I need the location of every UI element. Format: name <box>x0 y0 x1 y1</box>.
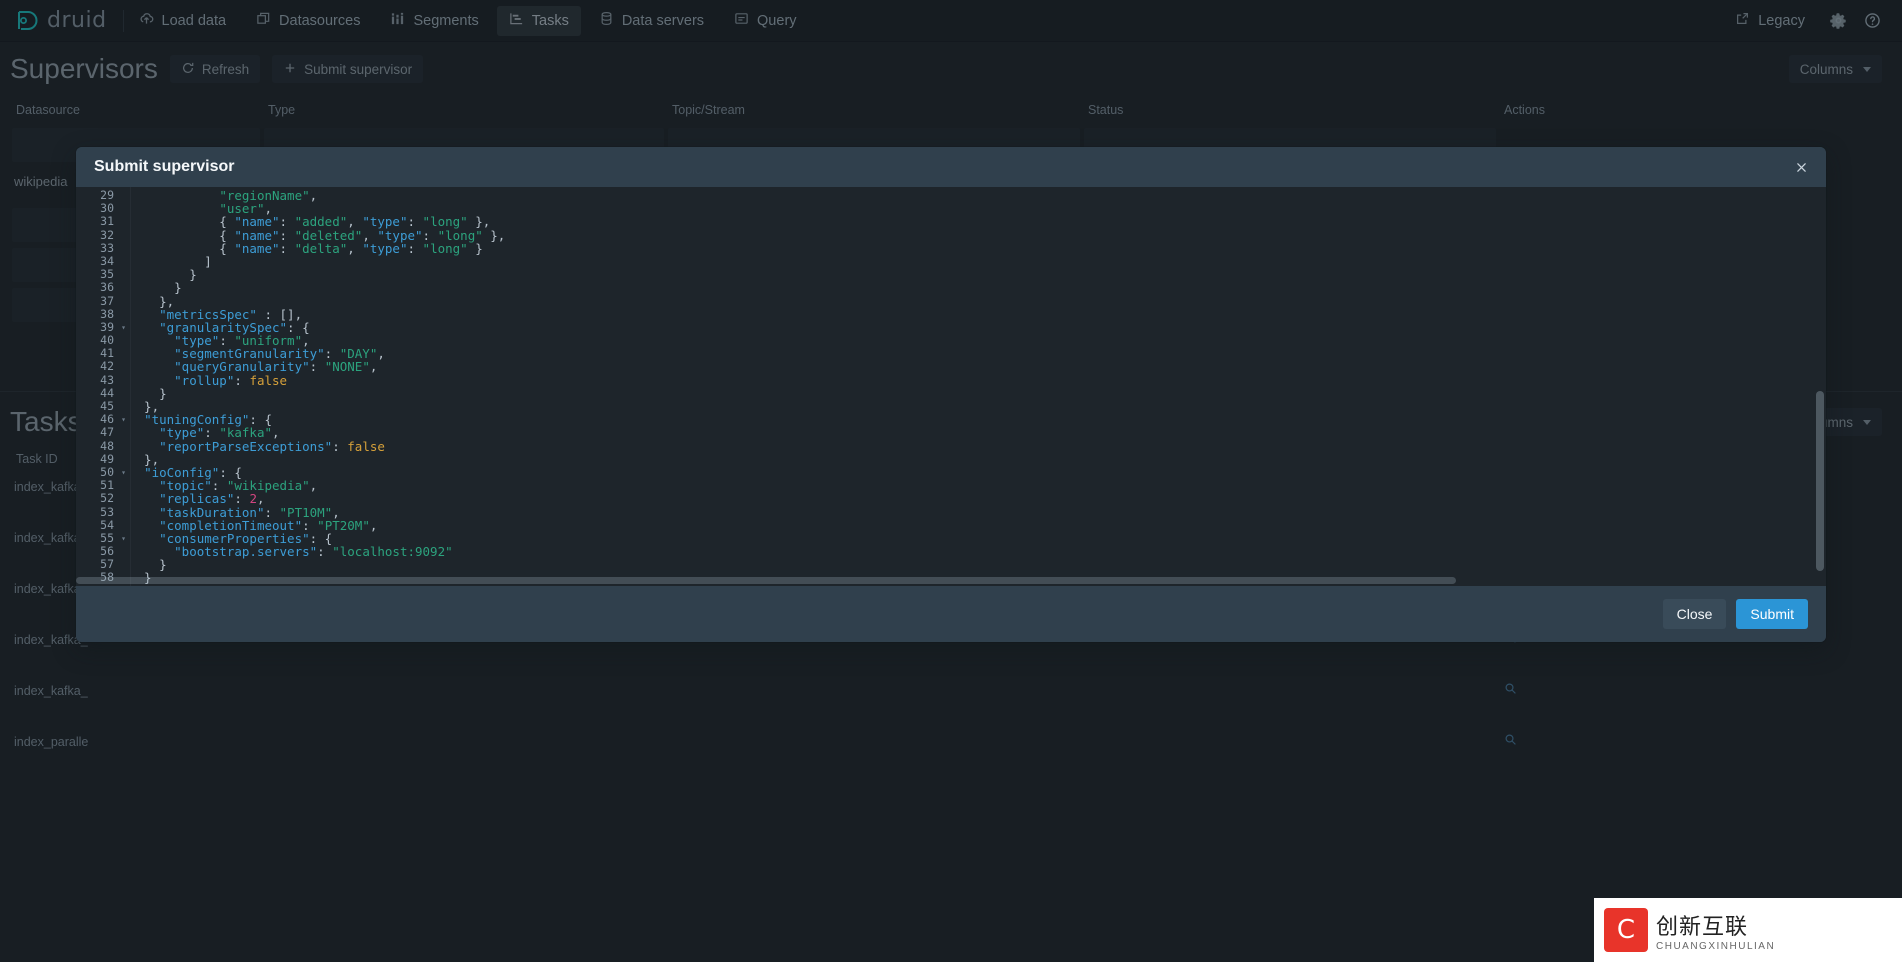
code-line[interactable]: 35 } <box>76 267 1826 281</box>
watermark-en: CHUANGXINHULIAN <box>1656 940 1776 952</box>
close-icon[interactable] <box>1788 154 1814 180</box>
code-line[interactable]: 44 } <box>76 386 1826 400</box>
line-number: 31 <box>100 214 114 229</box>
watermark-cn: 创新互联 <box>1656 914 1749 940</box>
close-button[interactable]: Close <box>1662 599 1727 629</box>
line-number: 43 <box>100 372 114 387</box>
code-line[interactable]: 56 "bootstrap.servers": "localhost:9092" <box>76 544 1826 560</box>
submit-supervisor-dialog: Submit supervisor 29 "regionName", 30 "us… <box>76 147 1826 642</box>
line-number: 42 <box>100 359 114 374</box>
line-number: 59 <box>76 584 118 586</box>
code-line[interactable]: 36 } <box>76 280 1826 295</box>
line-number: 33 <box>100 240 114 255</box>
code-line[interactable]: 54 "completionTimeout": "PT20M", <box>76 517 1826 532</box>
code-line[interactable]: 43 "rollup": false <box>76 372 1826 387</box>
line-number: 53 <box>100 504 114 519</box>
code-line[interactable]: 59} <box>76 584 1826 586</box>
watermark: C 创新互联 CHUANGXINHULIAN <box>1594 898 1902 962</box>
code-line[interactable]: 33 { "name": "delta", "type": "long" } <box>76 240 1826 255</box>
fold-arrow-icon[interactable]: ▾ <box>118 321 129 334</box>
line-number: 48 <box>100 438 114 453</box>
code-line[interactable]: 34 ] <box>76 254 1826 268</box>
code-line[interactable]: 39 ▾ "granularitySpec": { <box>76 320 1826 334</box>
line-number: 54 <box>100 517 114 532</box>
watermark-logo-icon: C <box>1604 908 1648 952</box>
code-line[interactable]: 57 } <box>76 558 1826 572</box>
line-number: 37 <box>100 293 114 308</box>
code-line[interactable]: 38 "metricsSpec" : [], <box>76 306 1826 321</box>
code-content: "reportParseExceptions": false <box>159 438 385 454</box>
code-line[interactable]: 45 }, <box>76 399 1826 413</box>
code-content: "bootstrap.servers": "localhost:9092" <box>174 544 453 560</box>
editor-lines[interactable]: 29 "regionName", 30 "user", 31 { "name": "… <box>76 187 1826 586</box>
code-content: } <box>129 585 137 586</box>
line-number: 52 <box>100 491 114 506</box>
fold-arrow-icon[interactable]: ▾ <box>118 532 129 545</box>
dialog-title: Submit supervisor <box>94 158 235 175</box>
json-editor[interactable]: 29 "regionName", 30 "user", 31 { "name": "… <box>76 187 1826 586</box>
dialog-header: Submit supervisor <box>76 147 1826 187</box>
line-number: 36 <box>100 280 114 295</box>
code-line[interactable]: 48 "reportParseExceptions": false <box>76 438 1826 454</box>
code-line[interactable]: 42 "queryGranularity": "NONE", <box>76 359 1826 374</box>
editor-vertical-scrollbar[interactable] <box>1816 191 1824 586</box>
code-line[interactable]: 51 "topic": "wikipedia", <box>76 478 1826 492</box>
line-number: 32 <box>100 227 114 242</box>
druid-console: druid Load data Datasources Segments Tas… <box>0 0 1902 962</box>
fold-arrow-icon[interactable]: ▾ <box>118 466 129 479</box>
code-line[interactable]: 29 "regionName", <box>76 188 1826 202</box>
code-line[interactable]: 37 }, <box>76 293 1826 308</box>
line-number: 49 <box>100 451 114 466</box>
dialog-footer: Close Submit <box>76 586 1826 642</box>
code-line[interactable]: 46 ▾ "tuningConfig": { <box>76 412 1826 426</box>
editor-horizontal-scrollbar[interactable] <box>76 577 1812 584</box>
submit-button[interactable]: Submit <box>1736 599 1808 629</box>
watermark-text: 创新互联 CHUANGXINHULIAN <box>1656 909 1775 952</box>
fold-arrow-icon[interactable]: ▾ <box>118 413 129 426</box>
line-number: 47 <box>100 425 114 440</box>
line-number: 38 <box>100 306 114 321</box>
code-line[interactable]: 49 }, <box>76 451 1826 466</box>
code-line[interactable]: 50 ▾ "ioConfig": { <box>76 465 1826 479</box>
